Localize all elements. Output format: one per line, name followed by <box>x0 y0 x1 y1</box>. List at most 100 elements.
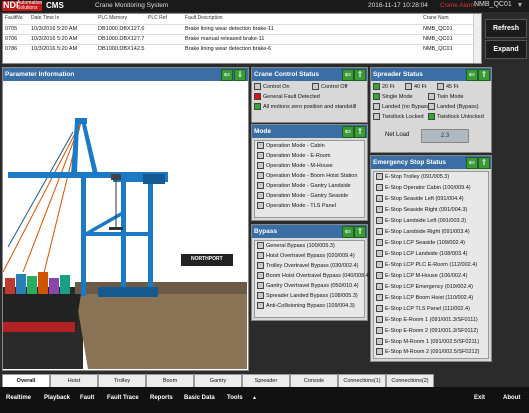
status-light <box>257 272 264 280</box>
expand-up-icon[interactable]: ⇑ <box>478 157 490 169</box>
tab-connections-1[interactable]: Connections(1) <box>338 374 386 388</box>
cell-plc-memory: DB1000.DBX127.6 <box>98 26 145 32</box>
status-light <box>254 83 261 91</box>
tab-boom[interactable]: Boom <box>146 374 194 388</box>
nav-tools[interactable]: Tools <box>227 395 243 401</box>
general-fault-status: General Fault Detected <box>254 93 320 102</box>
nav-about[interactable]: About <box>503 395 520 401</box>
minimize-icon[interactable]: ⇐ <box>342 226 354 238</box>
nav-exit[interactable]: Exit <box>474 395 485 401</box>
crane-selector[interactable]: NMB_QC01 <box>474 1 512 8</box>
tab-console[interactable]: Console <box>290 374 338 388</box>
status-light <box>376 294 383 302</box>
col-header-crane-num[interactable]: Crane Num <box>423 15 449 21</box>
minimize-icon[interactable]: ⇐ <box>466 157 478 169</box>
expand-button[interactable]: Expand <box>485 40 527 59</box>
list-item: E-Stop LCP Emergency (019/002.4) <box>376 283 473 292</box>
twistlock-locked-status: Twistlock Locked <box>373 113 424 122</box>
nav-reports[interactable]: Reports <box>150 395 173 401</box>
list-item: E-Stop Seaside Right (091/004.3) <box>376 206 467 215</box>
crane-illustration <box>3 82 247 369</box>
col-header-faultno[interactable]: FaultNo <box>5 15 23 21</box>
chevron-up-icon[interactable]: ▲ <box>252 395 257 401</box>
expand-up-icon[interactable]: ⇑ <box>478 69 490 81</box>
list-item: Operation Mode - E-Room <box>257 152 331 161</box>
col-header-plc-ref[interactable]: PLC Ref <box>148 15 167 21</box>
system-title: Crane Monitoring System <box>95 2 169 9</box>
list-item: E-Stop LCP M-House (106/002.4) <box>376 272 467 281</box>
nav-fault-trace[interactable]: Fault Trace <box>107 395 139 401</box>
table-row[interactable]: 0706 10/3/2016 5:20 AM DB1000.DBX127.7 B… <box>3 34 481 44</box>
list-item: E-Stop LCP Boom Hoist (110/002.4) <box>376 294 473 303</box>
list-item: Operation Mode - TLS Panel <box>257 202 336 211</box>
status-light <box>312 83 319 91</box>
list-item: Operation Mode - Boom Hoist Station <box>257 172 357 181</box>
expand-up-icon[interactable]: ⇑ <box>354 126 366 138</box>
status-light <box>376 206 383 214</box>
list-item: E-Stop LCP PLC E-Room (112/002.4) <box>376 261 477 270</box>
status-light <box>428 93 435 101</box>
bypass-panel: Bypass ⇐ ⇑ General Bypass (100/005.3) Ho… <box>251 224 371 321</box>
cell-plc-memory: DB1000.DBX127.7 <box>98 36 145 42</box>
minimize-icon[interactable]: ⇐ <box>342 126 354 138</box>
tab-trolley[interactable]: Trolley <box>98 374 146 388</box>
list-item: E-Stop E-Room 1 (091/001.3/SF0111) <box>376 316 478 325</box>
parameter-information-panel: Parameter Information ⇐ ⇓ NORTHPORT <box>2 67 249 371</box>
alarm-indicator: Crane Alarm <box>440 2 477 9</box>
nav-playback[interactable]: Playback <box>44 395 70 401</box>
table-row[interactable]: 0786 10/3/2016 5:20 AM DB1000.DBX142.5 B… <box>3 44 481 54</box>
spreader-status-panel: Spreader Status ⇐ ⇑ 20 Ft 40 Ft 45 Ft Si… <box>370 67 492 153</box>
list-item: E-Stop Seaside Left (091/004.4) <box>376 195 464 204</box>
list-item: E-Stop LCP Landside (108/003.4) <box>376 250 467 259</box>
tab-spreader[interactable]: Spreader <box>242 374 290 388</box>
status-light <box>376 338 383 346</box>
net-load-label: Net Load <box>385 132 410 138</box>
list-item: Hoist Overtravel Bypass (020/009.4) <box>257 252 355 261</box>
tab-connections-2[interactable]: Connections(2) <box>386 374 434 388</box>
expand-down-icon[interactable]: ⇓ <box>234 69 246 81</box>
logo-automation-text: Automation Solutions <box>17 0 43 11</box>
col-header-plc-memory[interactable]: PLC Memory <box>98 15 127 21</box>
cell-datetime: 10/3/2016 5:20 AM <box>31 36 78 42</box>
refresh-button[interactable]: Refresh <box>485 19 527 38</box>
status-light <box>257 152 264 160</box>
landed-bypass-status: Landed (Bypass) <box>428 103 479 112</box>
list-item: Gantry Overtravel Bypass (050/010.4) <box>257 282 359 291</box>
nav-realtime[interactable]: Realtime <box>6 395 31 401</box>
status-light <box>257 182 264 190</box>
tab-gantry[interactable]: Gantry <box>194 374 242 388</box>
size-45ft-status: 45 Ft <box>437 83 459 92</box>
tab-hoist[interactable]: Hoist <box>50 374 98 388</box>
status-light <box>437 83 444 91</box>
minimize-icon[interactable]: ⇐ <box>342 69 354 81</box>
list-item: E-Stop M-Room 1 (091/002.5/SF0211) <box>376 338 479 347</box>
col-header-datetime[interactable]: Date Time In <box>31 15 59 21</box>
list-item: E-Stop LCP Seaside (109/002.4) <box>376 239 465 248</box>
cell-plc-memory: DB1000.DBX142.5 <box>98 46 145 52</box>
table-scrollbar[interactable] <box>473 14 481 63</box>
expand-up-icon[interactable]: ⇑ <box>354 69 366 81</box>
list-item: E-Stop E-Room 2 (091/001.3/SF0112) <box>376 327 478 336</box>
clock: 2016-11-17 10:28:04 <box>368 2 428 9</box>
nav-fault[interactable]: Fault <box>80 395 94 401</box>
status-light <box>405 83 412 91</box>
minimize-icon[interactable]: ⇐ <box>221 69 233 81</box>
size-40ft-status: 40 Ft <box>405 83 427 92</box>
chevron-down-icon[interactable]: ▼ <box>514 1 526 10</box>
minimize-icon[interactable]: ⇐ <box>466 69 478 81</box>
table-row[interactable]: 0705 10/3/2016 5:20 AM DB1000.DBX127.6 B… <box>3 24 481 34</box>
cell-faultno: 0706 <box>5 36 18 42</box>
status-light <box>376 250 383 258</box>
tab-overall[interactable]: Overall <box>2 374 50 388</box>
list-item: Trolley Overtravel Bypass (030/002.4) <box>257 262 358 271</box>
landed-no-bypass-status: Landed (no Bypass) <box>373 103 431 112</box>
twistlock-unlocked-status: Twistlock Unlocked <box>428 113 484 122</box>
status-light <box>373 113 380 121</box>
col-header-fault-description[interactable]: Fault Description <box>185 15 223 21</box>
nav-basic-data[interactable]: Basic Data <box>184 395 215 401</box>
list-item: General Bypass (100/005.3) <box>257 242 335 251</box>
expand-up-icon[interactable]: ⇑ <box>354 226 366 238</box>
cell-datetime: 10/3/2016 5:20 AM <box>31 46 78 52</box>
status-light <box>257 252 264 260</box>
status-light <box>376 173 383 181</box>
